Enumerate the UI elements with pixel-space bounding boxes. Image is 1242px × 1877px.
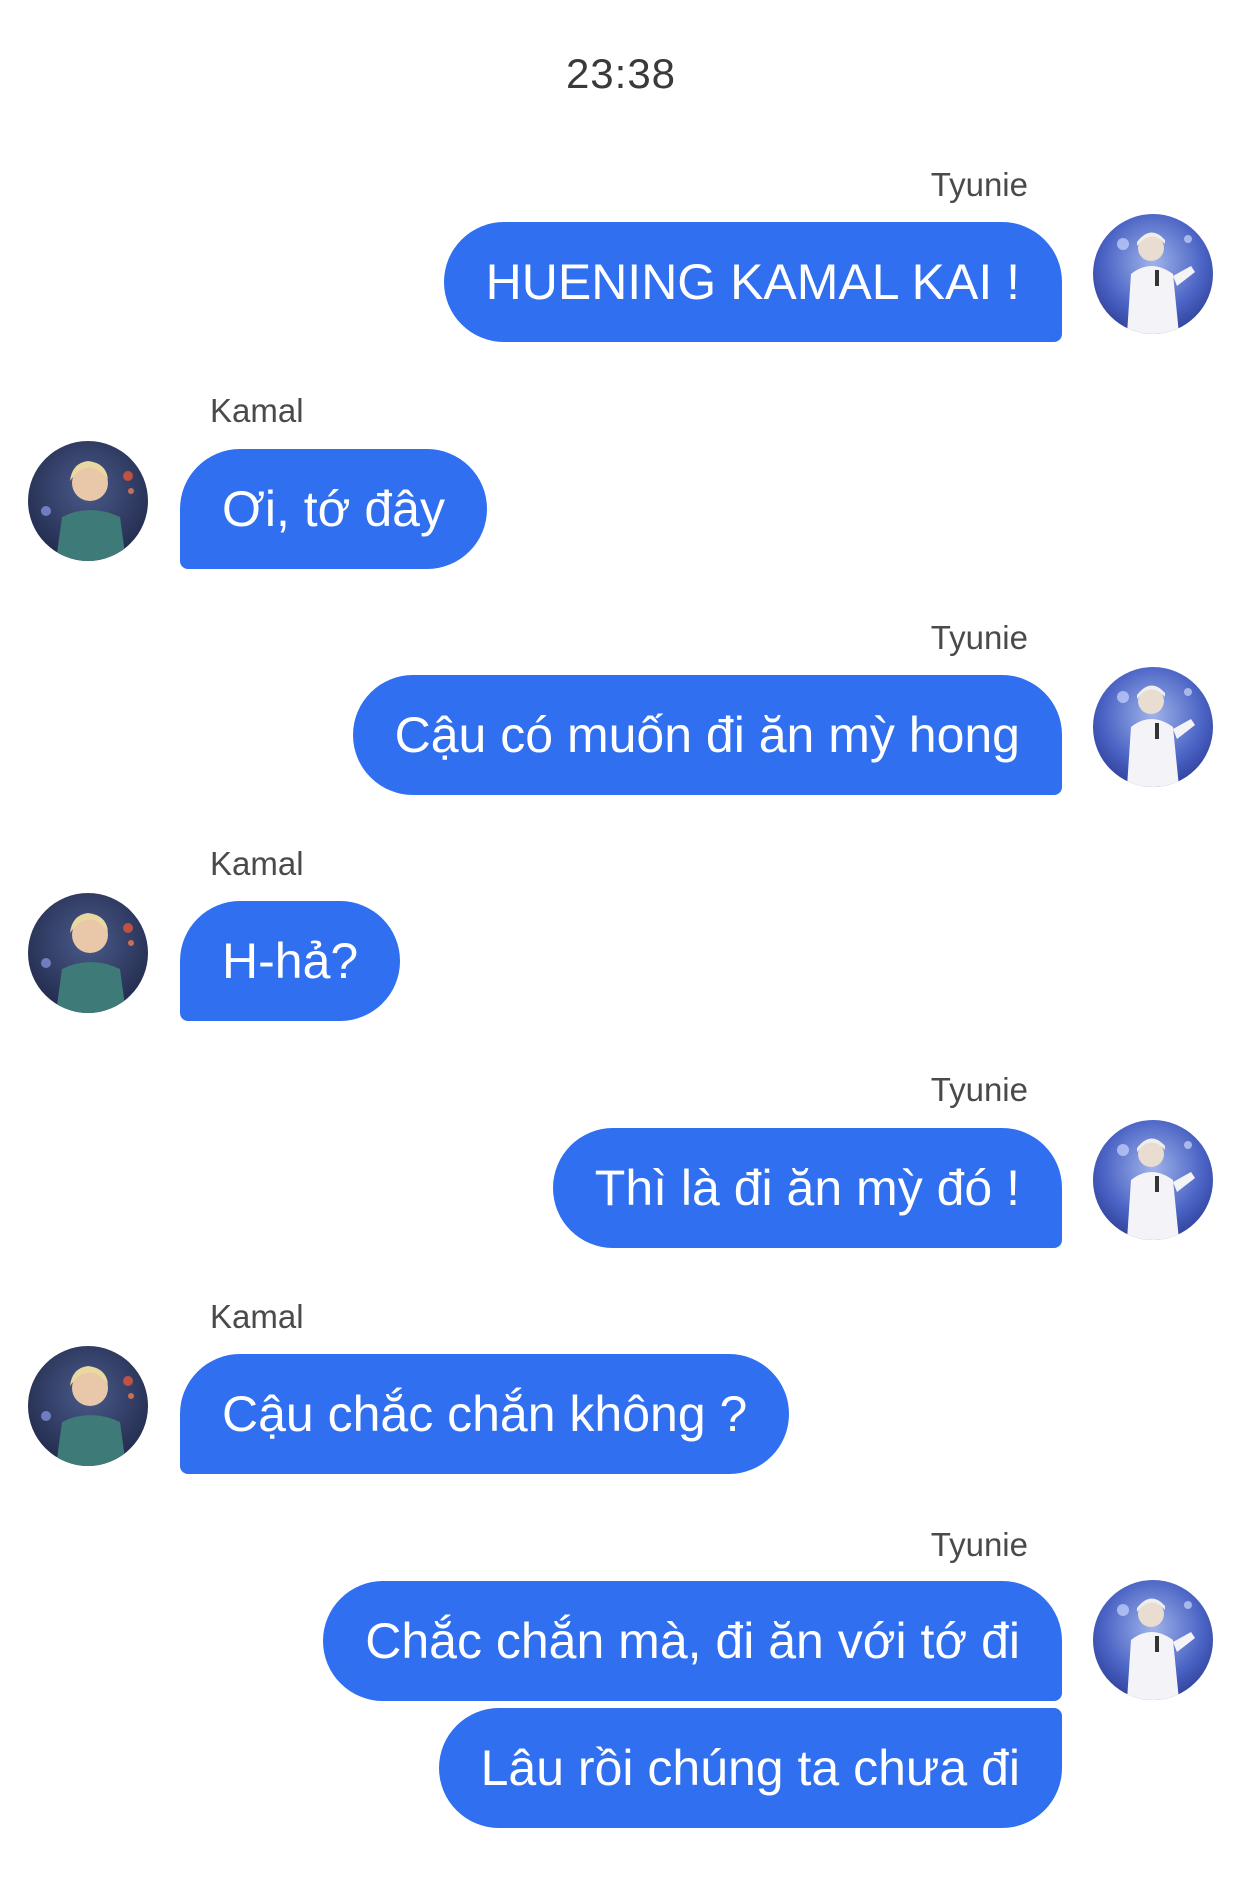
avatar-tyunie-icon[interactable] <box>1093 1120 1213 1240</box>
sender-name: Tyunie <box>930 166 1028 203</box>
avatar-tyunie-image <box>1093 1580 1213 1700</box>
message-bubble[interactable]: Ơi, tớ đây <box>180 449 487 569</box>
avatar-kamal-image <box>28 1346 148 1466</box>
message-bubble[interactable]: Thì là đi ăn mỳ đó ! <box>552 1128 1062 1248</box>
sender-name: Tyunie <box>930 619 1028 656</box>
avatar-tyunie-icon[interactable] <box>1093 1580 1213 1700</box>
avatar-kamal-icon[interactable] <box>28 893 148 1013</box>
avatar-kamal-icon[interactable] <box>28 441 148 561</box>
message-bubble[interactable]: H-hả? <box>180 901 401 1021</box>
sender-name: Kamal <box>210 845 304 882</box>
sender-name: Kamal <box>210 1298 304 1335</box>
message-bubble[interactable]: Lâu rồi chúng ta chưa đi <box>438 1708 1062 1828</box>
message-bubble[interactable]: Cậu chắc chắn không ? <box>180 1354 790 1474</box>
message-bubble[interactable]: Cậu có muốn đi ăn mỳ hong <box>352 675 1062 795</box>
avatar-tyunie-image <box>1093 667 1213 787</box>
avatar-tyunie-icon[interactable] <box>1093 667 1213 787</box>
avatar-tyunie-icon[interactable] <box>1093 214 1213 334</box>
avatar-kamal-image <box>28 893 148 1013</box>
chat-screen: 23:38 Tyunie HUENING KAMAL KAI ! Kamal Ơ… <box>0 0 1242 1877</box>
avatar-tyunie-image <box>1093 214 1213 334</box>
message-bubble[interactable]: HUENING KAMAL KAI ! <box>443 222 1062 342</box>
avatar-tyunie-image <box>1093 1120 1213 1240</box>
timestamp: 23:38 <box>565 50 677 97</box>
sender-name: Tyunie <box>930 1526 1028 1563</box>
sender-name: Kamal <box>210 392 304 429</box>
avatar-kamal-image <box>28 441 148 561</box>
message-bubble[interactable]: Chắc chắn mà, đi ăn với tớ đi <box>323 1581 1062 1701</box>
avatar-kamal-icon[interactable] <box>28 1346 148 1466</box>
sender-name: Tyunie <box>930 1071 1028 1108</box>
